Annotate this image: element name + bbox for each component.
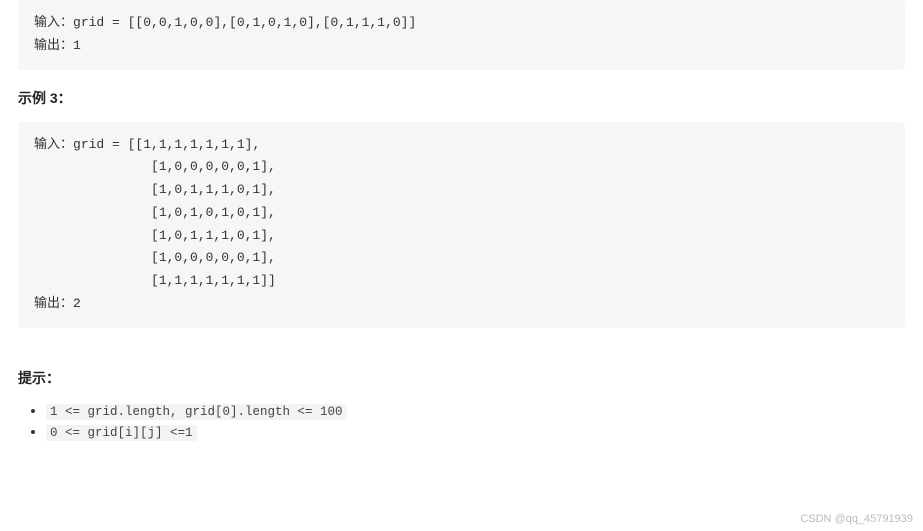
example-2-input-label: 输入： (34, 15, 73, 30)
hints-heading: 提示： (18, 368, 905, 388)
hints-list: 1 <= grid.length, grid[0].length <= 100 … (18, 402, 905, 440)
example-3-input-code: grid = [[1,1,1,1,1,1,1], [1,0,0,0,0,0,1]… (34, 137, 276, 289)
example-3-input-label: 输入： (34, 137, 73, 152)
example-3-codeblock: 输入：grid = [[1,1,1,1,1,1,1], [1,0,0,0,0,0… (18, 122, 905, 328)
example-3-heading: 示例 3： (18, 88, 905, 108)
example-2-output-label: 输出： (34, 38, 73, 53)
example-2-input-code: grid = [[0,0,1,0,0],[0,1,0,1,0],[0,1,1,1… (73, 15, 416, 30)
example-2-output-value: 1 (73, 38, 81, 53)
hint-item-1: 1 <= grid.length, grid[0].length <= 100 (46, 402, 905, 419)
hint-2-code: 0 <= grid[i][j] <=1 (46, 425, 197, 441)
hint-1-code: 1 <= grid.length, grid[0].length <= 100 (46, 404, 347, 420)
example-2-codeblock: 输入：grid = [[0,0,1,0,0],[0,1,0,1,0],[0,1,… (18, 0, 905, 70)
example-3-output-label: 输出： (34, 296, 73, 311)
watermark: CSDN @qq_45791939 (800, 513, 913, 525)
example-3-output-value: 2 (73, 296, 81, 311)
hint-item-2: 0 <= grid[i][j] <=1 (46, 423, 905, 440)
